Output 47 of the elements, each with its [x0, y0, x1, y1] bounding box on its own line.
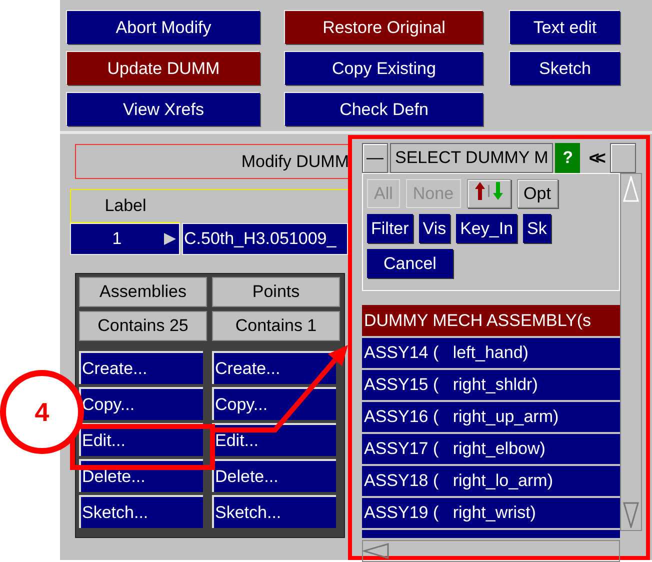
count-label: Contains 1: [212, 311, 340, 341]
horizontal-scrollbar[interactable]: [362, 540, 620, 562]
filter-button[interactable]: Key_In: [456, 214, 518, 243]
action-button[interactable]: Sketch: [510, 52, 620, 85]
scroll-left-icon[interactable]: [363, 541, 389, 559]
action-button[interactable]: Update DUMM: [67, 52, 260, 85]
action-button[interactable]: View Xrefs: [67, 93, 260, 126]
menu-button[interactable]: Create...: [79, 351, 203, 384]
step-badge: 4: [0, 370, 84, 454]
action-button[interactable]: Text edit: [510, 11, 620, 44]
list-item[interactable]: ASSY16 ( right_up_arm): [362, 402, 620, 432]
column-header: Assemblies: [79, 277, 207, 307]
action-button[interactable]: Abort Modify: [67, 11, 260, 44]
list-item[interactable]: ASSY17 ( right_elbow): [362, 434, 620, 464]
menu-button[interactable]: Copy...: [212, 387, 336, 420]
minimize-button[interactable]: —: [362, 143, 388, 173]
filter-button[interactable]: Vis: [418, 214, 450, 243]
action-button[interactable]: Check Defn: [285, 93, 483, 126]
column-header: Points: [212, 277, 340, 307]
action-button[interactable]: Restore Original: [285, 11, 483, 44]
list-item[interactable]: ASSY14 ( left_hand): [362, 338, 620, 368]
action-button[interactable]: Copy Existing: [285, 52, 483, 85]
help-button[interactable]: ?: [555, 143, 580, 173]
scroll-down-icon[interactable]: [623, 502, 639, 528]
vertical-scrollbar[interactable]: [620, 173, 642, 531]
list-header: DUMMY MECH ASSEMBLY(s: [362, 305, 620, 336]
list-item[interactable]: ASSY15 ( right_shldr): [362, 370, 620, 400]
filter-button[interactable]: Sk: [523, 214, 551, 243]
tool-button[interactable]: Opt: [516, 179, 558, 208]
filter-button[interactable]: Filter: [367, 214, 413, 243]
label-field[interactable]: 1: [70, 223, 180, 255]
sort-button[interactable]: [466, 179, 511, 208]
panel-title: Modify DUMM: [75, 144, 350, 179]
menu-button[interactable]: Copy...: [79, 387, 203, 420]
list-item[interactable]: ASSY18 ( right_lo_arm): [362, 466, 620, 496]
menu-button[interactable]: Delete...: [212, 459, 336, 492]
list-item[interactable]: ASSY19 ( right_wrist): [362, 498, 620, 528]
menu-button[interactable]: Sketch...: [212, 495, 336, 528]
cancel-button[interactable]: Cancel: [367, 249, 453, 278]
menu-button[interactable]: Create...: [212, 351, 336, 384]
name-field[interactable]: C.50th_H3.051009_: [182, 223, 348, 255]
menu-button[interactable]: Sketch...: [79, 495, 203, 528]
count-label: Contains 25: [79, 311, 207, 341]
window-button[interactable]: [610, 143, 636, 173]
up-down-arrows-icon: [474, 180, 504, 202]
dialog-title: SELECT DUMMY M: [390, 143, 554, 173]
play-icon[interactable]: [163, 232, 177, 246]
